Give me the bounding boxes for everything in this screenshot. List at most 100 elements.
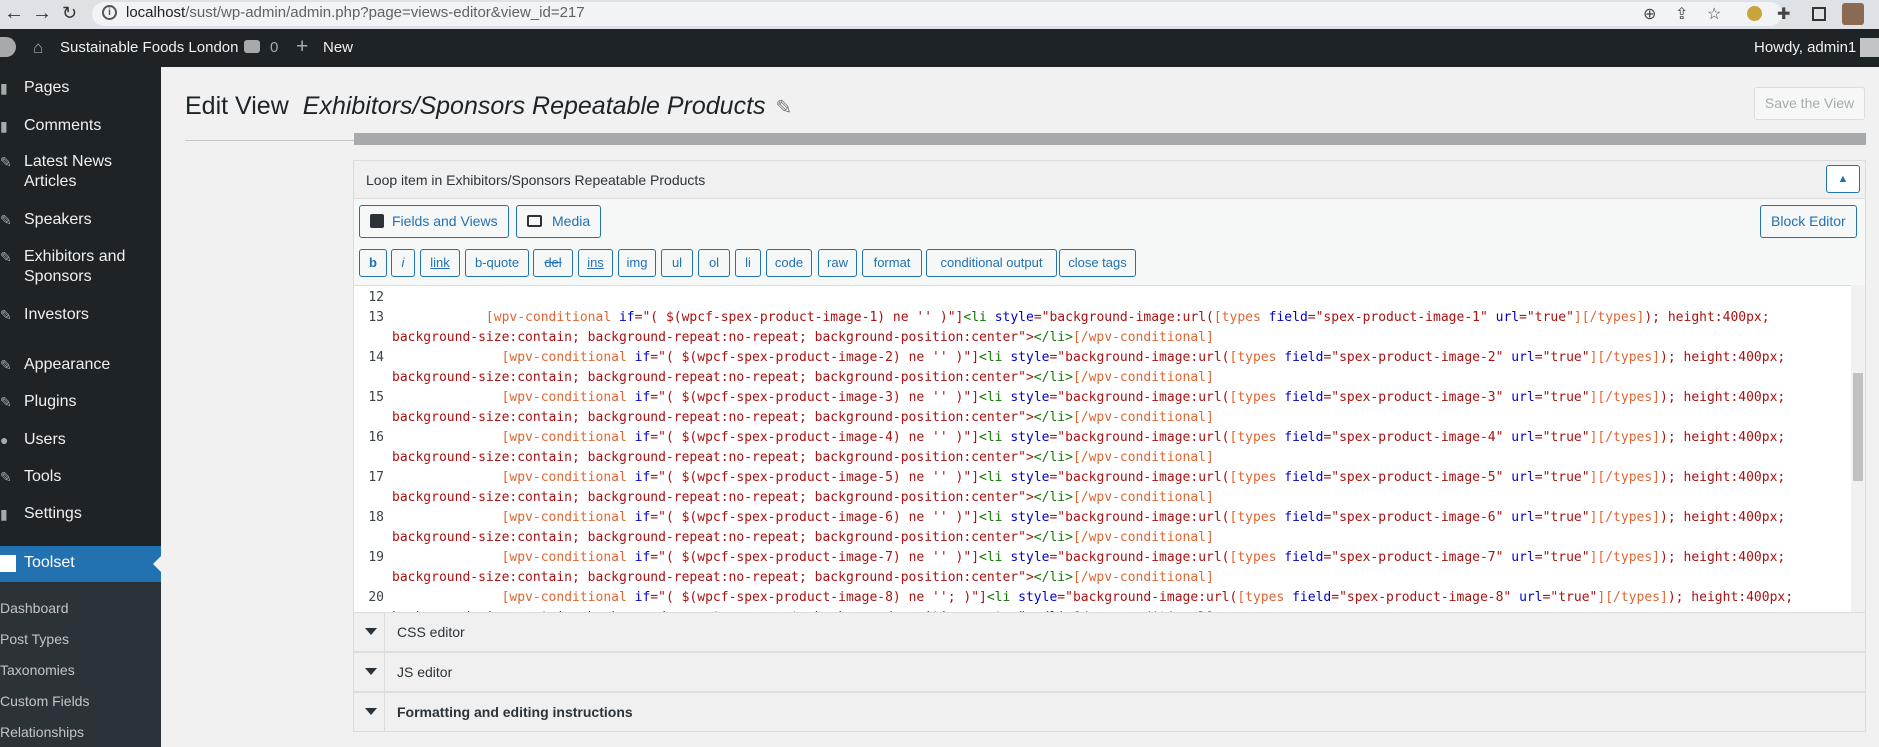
qt-italic[interactable]: i <box>391 249 415 277</box>
menu-label: Pages <box>24 79 70 96</box>
submenu-taxonomies[interactable]: Taxonomies <box>0 662 75 678</box>
pencil-icon[interactable]: ✎ <box>776 97 793 119</box>
menu-toolset[interactable]: Toolset <box>0 546 161 582</box>
media-button[interactable]: Media <box>516 205 602 238</box>
code-line: [wpv-conditional if="( $(wpcf-spex-produ… <box>501 510 1786 525</box>
code-line-wrap: background-size:contain; background-repe… <box>392 490 1214 505</box>
info-icon[interactable]: i <box>102 5 117 20</box>
pin-icon: ✎ <box>0 307 12 323</box>
qt-ol[interactable]: ol <box>698 249 730 277</box>
divider <box>185 140 354 141</box>
plus-icon[interactable]: + <box>296 35 308 59</box>
code-scrollbar[interactable] <box>1851 285 1865 612</box>
menu-label: Tools <box>24 468 62 485</box>
menu-label: Toolset <box>24 554 75 571</box>
fields-and-views-button[interactable]: Fields and Views <box>359 205 509 238</box>
brush-icon: ✎ <box>0 357 12 373</box>
qt-format[interactable]: format <box>862 249 922 277</box>
code-line-wrap: background-size:contain; background-repe… <box>392 450 1214 465</box>
section-title: CSS editor <box>397 624 465 640</box>
comments-count[interactable]: 0 <box>270 39 278 56</box>
qt-raw[interactable]: raw <box>818 249 857 277</box>
code-line-wrap: background-size:contain; background-repe… <box>392 370 1214 385</box>
qt-bold[interactable]: b <box>359 249 387 277</box>
pin-icon: ✎ <box>0 249 12 265</box>
collapse-button[interactable]: ▲ <box>1826 165 1860 193</box>
page-title-text: Edit View <box>185 92 289 120</box>
share-icon[interactable]: ⇪ <box>1675 4 1688 24</box>
avatar[interactable] <box>1860 38 1879 57</box>
puzzle-icon[interactable]: ✚ <box>1777 4 1790 24</box>
home-icon: ⌂ <box>33 38 44 57</box>
submenu-custom-fields[interactable]: Custom Fields <box>0 693 89 709</box>
page-title: Edit View Exhibitors/Sponsors Repeatable … <box>185 92 792 121</box>
panel-title: Loop item in Exhibitors/Sponsors Repeata… <box>366 172 706 188</box>
sidebar-icon[interactable] <box>1812 7 1826 21</box>
qt-bquote[interactable]: b-quote <box>465 249 529 277</box>
submenu-dashboard[interactable]: Dashboard <box>0 600 69 616</box>
code-line-wrap: background-size:contain; background-repe… <box>392 410 1214 425</box>
reload-icon[interactable]: ↻ <box>62 3 77 23</box>
formatting-instructions-section[interactable]: Formatting and editing instructions <box>353 692 1866 732</box>
menu-label: Exhibitors and <box>24 248 126 265</box>
section-title: Formatting and editing instructions <box>397 704 633 720</box>
qt-close-tags[interactable]: close tags <box>1059 249 1136 277</box>
comments-icon: ▮ <box>0 118 8 134</box>
users-icon: ● <box>0 432 9 448</box>
qt-ul[interactable]: ul <box>661 249 693 277</box>
url-host: localhost <box>126 4 186 21</box>
back-icon[interactable]: ← <box>4 3 24 23</box>
toolset-submenu: Dashboard Post Types Taxonomies Custom F… <box>0 582 161 747</box>
qt-link[interactable]: link <box>420 249 460 277</box>
forward-icon[interactable]: → <box>32 3 52 23</box>
profile-icon[interactable] <box>1842 3 1864 25</box>
qt-li[interactable]: li <box>735 249 761 277</box>
divider <box>384 693 385 731</box>
pin-icon: ✎ <box>0 154 12 170</box>
toolset-icon <box>0 555 16 572</box>
submenu-relationships[interactable]: Relationships <box>0 724 84 740</box>
plugin-icon: ✎ <box>0 394 12 410</box>
url-path: /sust/wp-admin/admin.php?page=views-edit… <box>185 4 585 21</box>
code-editor[interactable]: 12 13 [wpv-conditional if="( $(wpcf-spex-… <box>354 285 1865 612</box>
panel-header: Loop item in Exhibitors/Sponsors Repeata… <box>354 161 1865 199</box>
line-number: 20 <box>368 590 384 605</box>
save-view-button[interactable]: Save the View <box>1754 87 1865 120</box>
url-text[interactable]: localhost/sust/wp-admin/admin.php?page=v… <box>126 4 585 21</box>
scrollbar-thumb[interactable] <box>1853 373 1863 481</box>
css-editor-section[interactable]: CSS editor <box>353 612 1866 652</box>
menu-label: Comments <box>24 117 102 134</box>
wordpress-logo-icon[interactable] <box>0 37 16 57</box>
qt-code[interactable]: code <box>766 249 812 277</box>
zoom-icon[interactable]: ⊕ <box>1643 4 1656 24</box>
submenu-post-types[interactable]: Post Types <box>0 631 69 647</box>
admin-bar: ⌂ Sustainable Foods London 0 + New Howdy… <box>0 29 1879 67</box>
view-name[interactable]: Exhibitors/Sponsors Repeatable Products <box>303 92 766 120</box>
howdy-user[interactable]: Howdy, admin1 <box>1754 39 1856 56</box>
line-number: 18 <box>368 510 384 525</box>
menu-exhibitors[interactable]: ✎ Exhibitors and Sponsors <box>0 247 161 287</box>
comment-icon[interactable] <box>244 40 260 53</box>
line-number: 14 <box>368 350 384 365</box>
line-number: 15 <box>368 390 384 405</box>
line-number: 16 <box>368 430 384 445</box>
new-link[interactable]: New <box>323 39 353 56</box>
qt-img[interactable]: img <box>618 249 656 277</box>
block-editor-button[interactable]: Block Editor <box>1760 205 1857 238</box>
menu-label: Appearance <box>24 356 111 373</box>
line-number: 12 <box>368 290 384 305</box>
menu-latest-news[interactable]: ✎ Latest News Articles <box>0 152 161 192</box>
js-editor-section[interactable]: JS editor <box>353 652 1866 692</box>
star-icon[interactable]: ☆ <box>1707 4 1721 24</box>
chevron-down-icon <box>365 628 377 635</box>
extension-icon[interactable] <box>1747 6 1762 21</box>
button-label: Fields and Views <box>392 213 498 229</box>
code-line: [wpv-conditional if="( $(wpcf-spex-produ… <box>501 430 1786 445</box>
qt-del[interactable]: del <box>533 249 573 277</box>
qt-conditional-output[interactable]: conditional output <box>926 249 1057 277</box>
menu-label: Investors <box>24 306 89 323</box>
menu-label: Latest News <box>24 153 113 170</box>
menu-label-line2: Sponsors <box>24 268 92 285</box>
qt-ins[interactable]: ins <box>578 249 613 277</box>
site-name-link[interactable]: Sustainable Foods London <box>60 39 238 56</box>
